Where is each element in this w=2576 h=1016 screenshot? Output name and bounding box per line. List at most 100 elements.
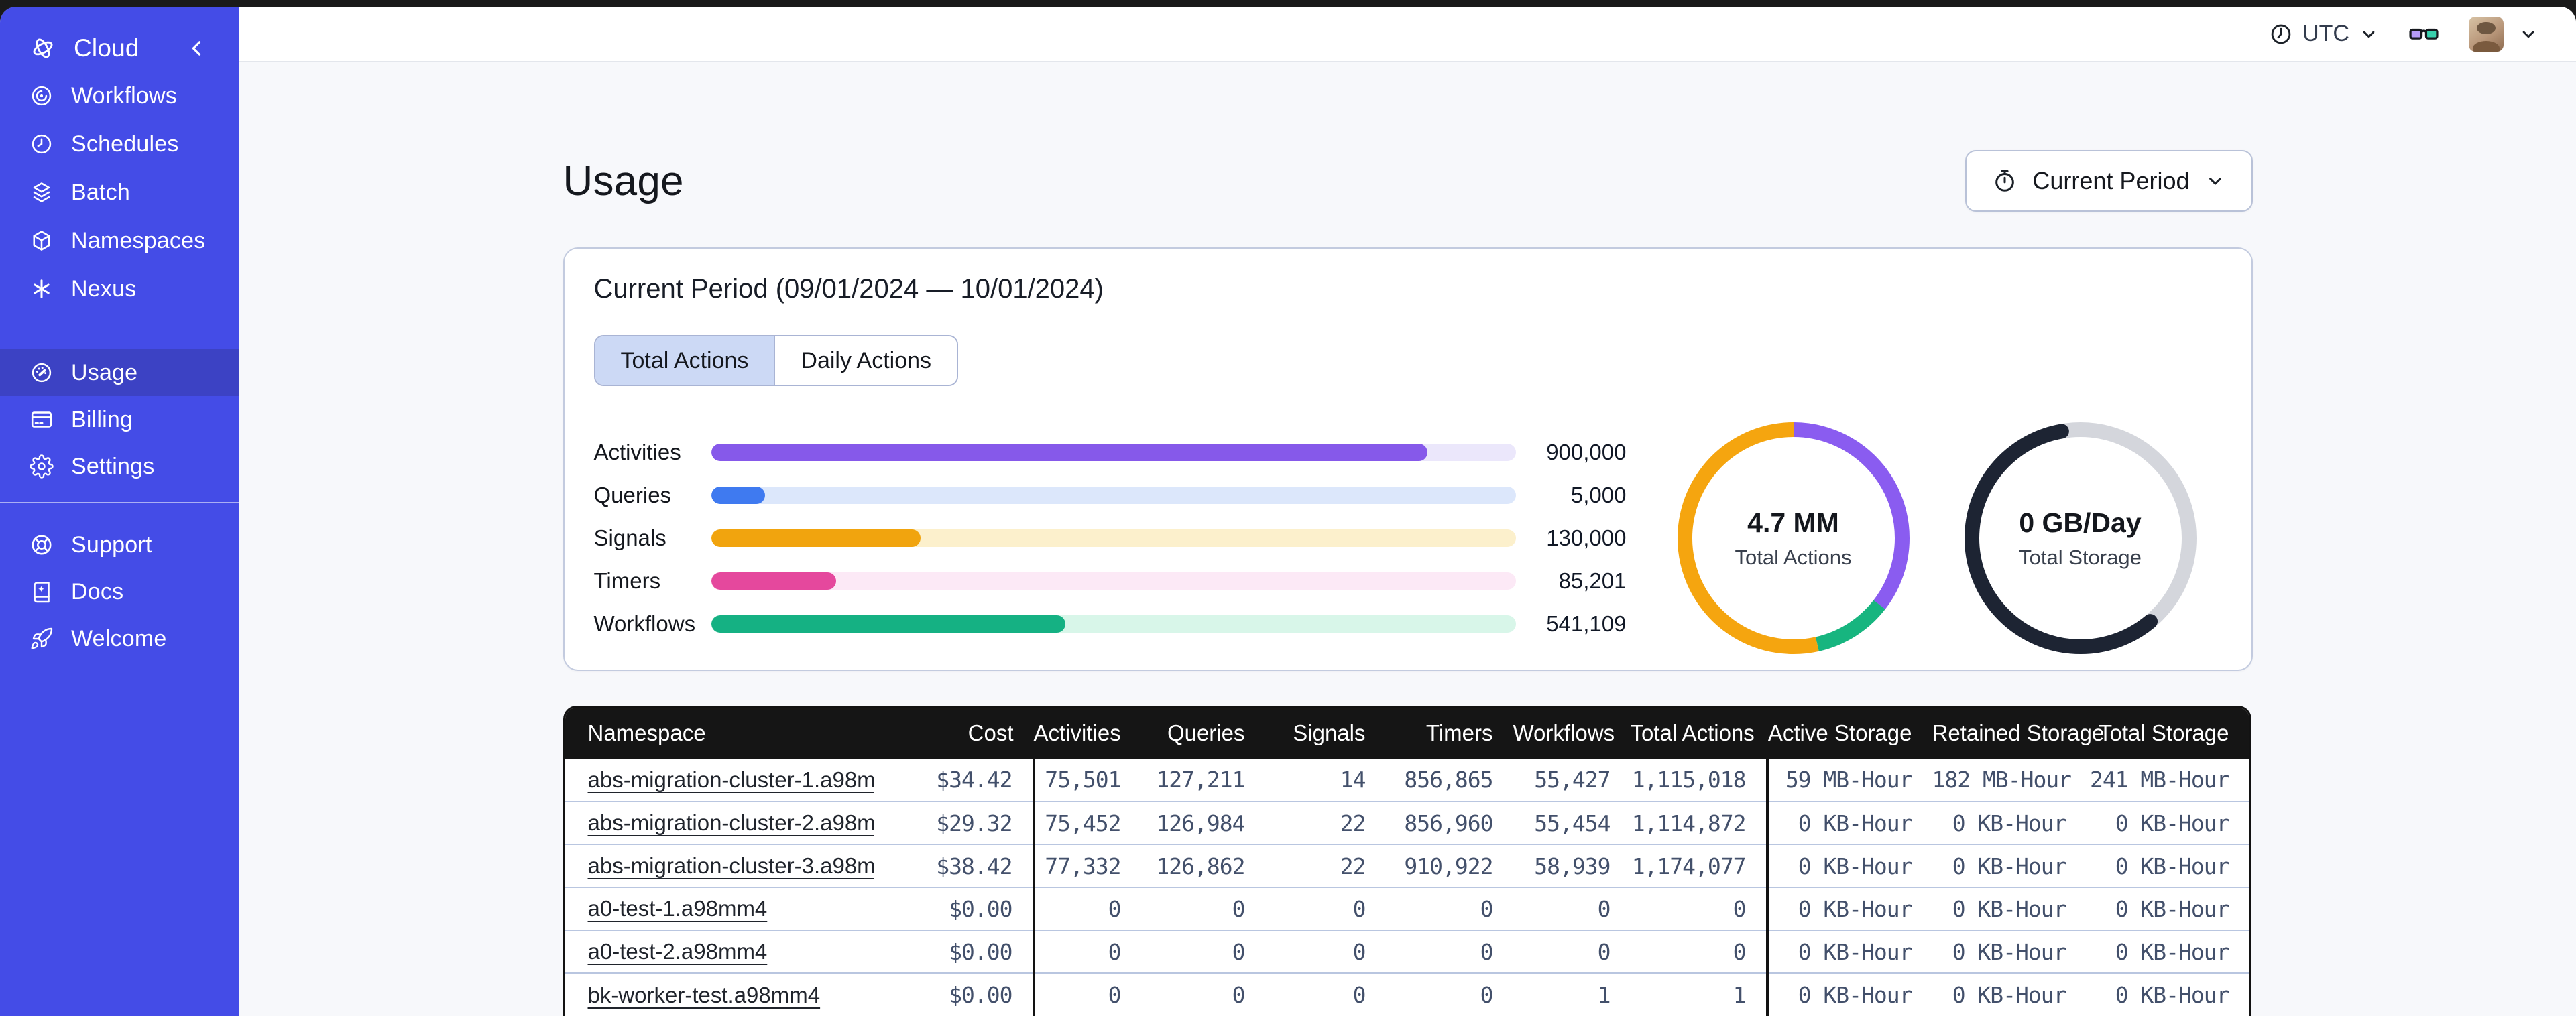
user-avatar[interactable]: [2469, 16, 2504, 52]
sidebar-item-support[interactable]: Support: [0, 521, 239, 568]
cell-workflows: 55,427: [1534, 767, 1611, 793]
cell-queries: 126,984: [1140, 801, 1265, 844]
support-lifebuoy-icon: [30, 533, 54, 557]
period-selector-label: Current Period: [2032, 167, 2190, 194]
cell-total-actions: 1: [1630, 972, 1767, 1016]
timezone-selector[interactable]: UTC: [2269, 21, 2379, 47]
page-header: Usage Current Period: [563, 149, 2253, 212]
sidebar-item-schedules[interactable]: Schedules: [0, 120, 239, 168]
cell-total-storage: 241 MB-Hour: [2089, 767, 2230, 793]
bar-label: Queries: [593, 483, 672, 507]
bar-track: [711, 615, 1516, 633]
table-header-row: Namespace Cost Activities Queries Signals Tim…: [565, 708, 2249, 759]
sidebar-item-label: Support: [71, 531, 152, 558]
cell-timers: 856,865: [1404, 767, 1493, 793]
sidebar-brand-cloud[interactable]: Cloud: [0, 32, 239, 64]
tab-total-actions[interactable]: Total Actions: [595, 336, 776, 385]
table-row: bk-worker-test.a98mm4 $0.00 0 0 0 0 1 1 0 KB-Hou…: [565, 972, 2249, 1016]
namespace-link[interactable]: bk-worker-test.a98mm4: [588, 982, 821, 1007]
namespace-link[interactable]: abs-migration-cluster-1.a98mm4: [588, 767, 874, 792]
cell-timers: 0: [1385, 930, 1513, 973]
cell-workflows: 0: [1513, 930, 1631, 973]
bar-track: [711, 487, 1516, 504]
sidebar-main-group: Workflows Schedules Batch Namespaces Nex…: [0, 72, 239, 313]
app-window: Cloud Workflows Schedules Batch Namespac…: [0, 7, 2576, 1016]
column-header-active-storage: Active Storage: [1767, 708, 1932, 759]
bar-label: Signals: [593, 525, 666, 550]
namespace-link[interactable]: a0-test-2.a98mm4: [588, 939, 768, 964]
cell-active-storage: 0 KB-Hour: [1765, 844, 1932, 887]
cell-cost: $38.42: [873, 844, 1034, 887]
column-header-namespace: Namespace: [565, 708, 874, 759]
cell-timers: 0: [1385, 972, 1513, 1016]
column-header-workflows: Workflows: [1513, 708, 1631, 759]
sidebar-account-group: Usage Billing Settings: [0, 349, 239, 490]
cell-queries: 0: [1140, 972, 1265, 1016]
welcome-rocket-icon: [30, 627, 54, 651]
user-menu[interactable]: [2469, 16, 2538, 52]
namespace-cell: a0-test-1.a98mm4: [565, 887, 874, 930]
feedback-glasses-button[interactable]: [2408, 19, 2439, 50]
stopwatch-icon: [1995, 170, 2015, 192]
sidebar-item-settings[interactable]: Settings: [0, 443, 239, 490]
namespace-cell: bk-worker-test.a98mm4: [565, 972, 874, 1016]
main-area: UTC Usage Current Period Current Period …: [239, 7, 2576, 1016]
bar-value: 85,201: [1558, 568, 1627, 593]
tab-daily-actions[interactable]: Daily Actions: [775, 336, 957, 385]
cell-retained-storage: 0 KB-Hour: [1932, 801, 2087, 844]
namespace-table-frame: Namespace Cost Activities Queries Signals Tim…: [563, 706, 2251, 1016]
cell-active-storage: 0 KB-Hour: [1765, 972, 1932, 1016]
card-title: Current Period (09/01/2024 — 10/01/2024): [593, 274, 1104, 304]
sidebar-item-batch[interactable]: Batch: [0, 168, 239, 216]
sidebar-item-docs[interactable]: Docs: [0, 568, 239, 615]
cell-queries: 127,211: [1156, 767, 1245, 793]
cell-timers: 910,922: [1385, 844, 1513, 887]
cell-total-actions: 1,114,872: [1630, 801, 1767, 844]
bar-row-signals: Signals 130,000: [594, 517, 1627, 560]
cell-signals: 14: [1340, 767, 1366, 793]
table-row: a0-test-2.a98mm4 $0.00 0 0 0 0 0 0 0 KB-Hour 0 KB…: [565, 930, 2249, 973]
cell-total-actions: 0: [1630, 887, 1767, 930]
column-header-signals: Signals: [1265, 708, 1386, 759]
cell-cost: $29.32: [873, 801, 1034, 844]
table-row: abs-migration-cluster-2.a98mm4$29.3275,4…: [565, 801, 2249, 844]
cell-total-storage: 0 KB-Hour: [2086, 930, 2249, 973]
bar-label: Timers: [593, 568, 661, 593]
column-header-total-storage: Total Storage: [2086, 708, 2249, 759]
cell-active-storage: 0 KB-Hour: [1765, 887, 1932, 930]
column-header-total-actions: Total Actions: [1630, 708, 1767, 759]
donut-center-text: 4.7 MM Total Actions: [1670, 414, 1918, 662]
sidebar-item-label: Billing: [71, 406, 133, 432]
temporal-cloud-logo-icon: [30, 35, 56, 62]
sidebar-item-welcome[interactable]: Welcome: [0, 615, 239, 662]
table-row: abs-migration-cluster-1.a98mm4 $34.42 75,5…: [565, 759, 2249, 802]
bar-row-activities: Activities 900,000: [594, 431, 1627, 474]
period-selector-button[interactable]: Current Period: [1965, 150, 2253, 212]
sidebar-item-usage[interactable]: Usage: [0, 349, 239, 396]
bar-value: 541,109: [1546, 611, 1627, 636]
actions-tab-group: Total Actions Daily Actions: [593, 335, 959, 386]
total-storage-value: 0 GB/Day: [2019, 507, 2142, 538]
namespace-link[interactable]: abs-migration-cluster-2.a98mm4: [588, 810, 874, 835]
sidebar: Cloud Workflows Schedules Batch Namespac…: [0, 7, 239, 1016]
cell-total-actions: 0: [1630, 930, 1767, 973]
sidebar-item-label: Docs: [71, 578, 124, 605]
sidebar-item-billing[interactable]: Billing: [0, 396, 239, 443]
sidebar-item-nexus[interactable]: Nexus: [0, 265, 239, 313]
cell-cost: $0.00: [873, 887, 1034, 930]
sidebar-item-label: Settings: [71, 453, 155, 479]
namespace-link[interactable]: abs-migration-cluster-3.a98mm4: [588, 853, 874, 878]
sidebar-item-namespaces[interactable]: Namespaces: [0, 216, 239, 265]
cell-signals: 0: [1265, 972, 1386, 1016]
total-storage-donut: 0 GB/Day Total Storage: [1956, 414, 2205, 662]
total-actions-value: 4.7 MM: [1747, 507, 1839, 538]
cell-total-storage: 0 KB-Hour: [2086, 844, 2249, 887]
batch-layers-icon: [30, 180, 54, 204]
nexus-asterisk-icon: [30, 277, 54, 301]
namespace-link[interactable]: a0-test-1.a98mm4: [588, 896, 768, 921]
bar-track: [711, 572, 1516, 590]
sidebar-collapse-icon[interactable]: [186, 37, 209, 60]
sidebar-item-workflows[interactable]: Workflows: [0, 72, 239, 120]
cell-timers: 0: [1385, 887, 1513, 930]
user-menu-chevron-icon: [2522, 30, 2534, 38]
